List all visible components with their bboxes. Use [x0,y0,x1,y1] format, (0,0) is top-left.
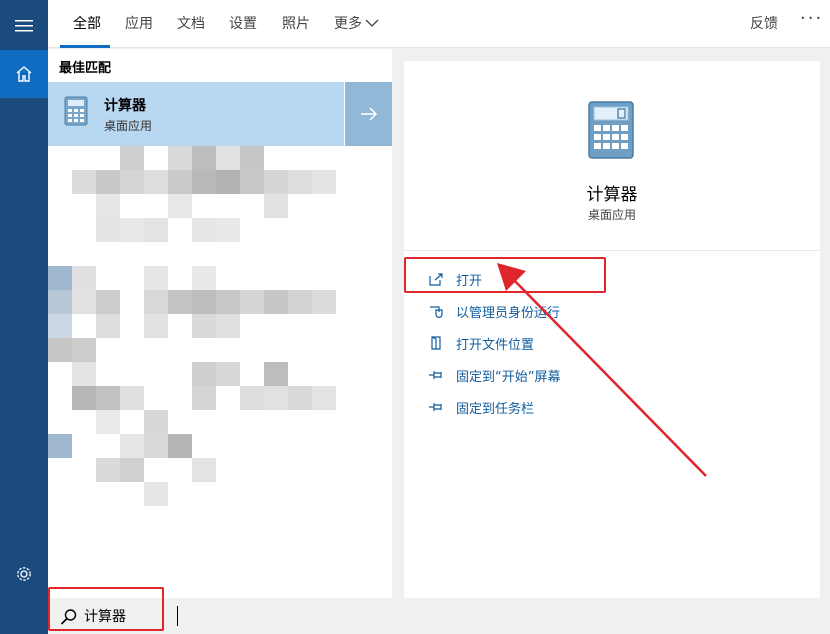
action-pin-to-start-label: 固定到“开始”屏幕 [456,369,561,385]
annotation-box-open [404,257,606,293]
chevron-down-icon [365,19,379,27]
expand-details-button[interactable] [344,82,392,146]
feedback-link[interactable]: 反馈 [750,13,778,33]
filter-tab-bar: 全部 应用 文档 设置 照片 更多 反馈 ··· [48,0,830,48]
text-caret [177,606,178,626]
action-run-as-admin[interactable]: 以管理员身份运行 [428,300,560,322]
settings-gear-icon [17,567,31,581]
settings-button[interactable] [0,550,48,598]
tab-apps[interactable]: 应用 [125,13,153,33]
action-run-as-admin-label: 以管理员身份运行 [456,305,561,321]
action-pin-to-taskbar[interactable]: 固定到任务栏 [428,396,534,418]
best-match-title: 计算器 [104,98,146,114]
file-location-icon [431,336,441,350]
left-rail [0,0,48,634]
app-detail-panel: 计算器 桌面应用 打开 以管理员身份运行 打开文件位置 固定到“开始”屏幕 固定… [404,61,820,598]
pin-icon [429,371,442,379]
action-open-file-location[interactable]: 打开文件位置 [428,332,534,354]
tab-settings[interactable]: 设置 [229,13,257,33]
arrow-right-icon [360,107,377,121]
best-match-subtitle: 桌面应用 [104,119,153,133]
best-match-item[interactable]: 计算器 桌面应用 [48,82,392,146]
calculator-icon [588,101,634,159]
hamburger-menu-icon [15,20,33,32]
tab-documents[interactable]: 文档 [177,13,205,33]
home-button[interactable] [0,50,48,98]
action-open-file-location-label: 打开文件位置 [456,337,535,353]
blurred-results-area [48,146,336,506]
action-pin-to-taskbar-label: 固定到任务栏 [456,401,535,417]
results-panel: 最佳匹配 计算器 桌面应用 [48,49,392,598]
app-title: 计算器 [586,185,638,205]
admin-shield-icon [430,306,443,318]
search-bar [48,598,830,634]
more-options-button[interactable]: ··· [800,8,823,29]
home-icon [16,66,32,82]
tab-all[interactable]: 全部 [73,13,101,33]
active-tab-indicator [60,45,110,48]
tab-photos[interactable]: 照片 [282,13,310,33]
divider [404,250,820,251]
best-match-heading: 最佳匹配 [59,61,112,76]
pin-icon [429,403,442,411]
hamburger-menu-button[interactable] [0,2,48,50]
annotation-box-search [48,587,164,631]
calculator-icon [64,96,88,126]
tab-more[interactable]: 更多 [334,13,379,33]
tab-more-label: 更多 [334,16,362,32]
action-pin-to-start[interactable]: 固定到“开始”屏幕 [428,364,560,386]
app-type: 桌面应用 [587,208,636,222]
